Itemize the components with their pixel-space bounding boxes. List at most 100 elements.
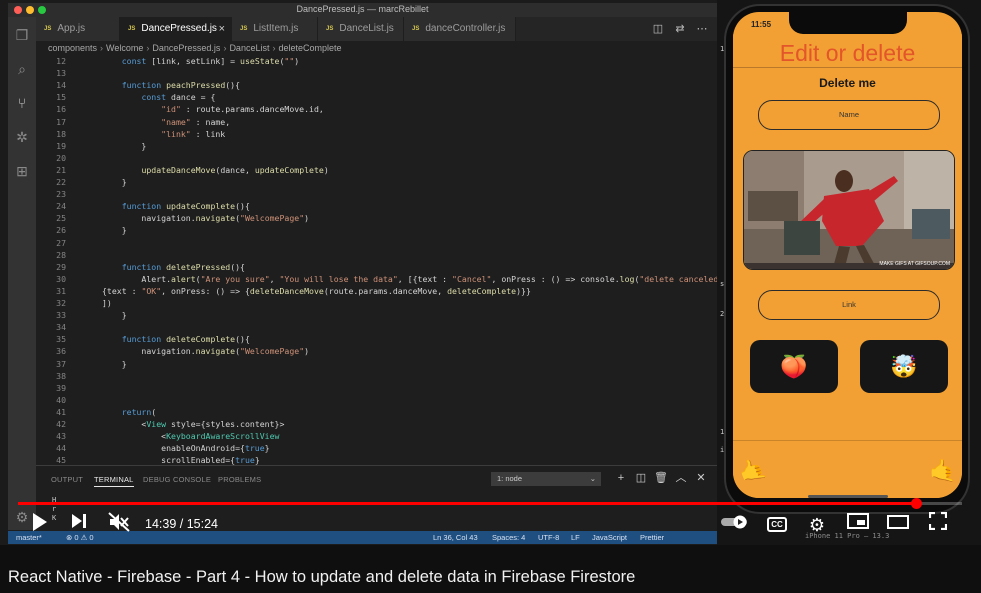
code-line[interactable]: 32]) xyxy=(36,297,717,309)
code-line[interactable]: 45 scrollEnabled={true} xyxy=(36,454,717,465)
close-panel-icon[interactable]: ✕ xyxy=(694,471,708,485)
cursor-position[interactable]: Ln 36, Col 43 xyxy=(433,531,478,544)
tab-label: App.js xyxy=(57,23,86,34)
code-line[interactable]: 44 enableOnAndroid={true} xyxy=(36,442,717,454)
line-number: 36 xyxy=(56,346,66,357)
link-input[interactable]: Link xyxy=(758,290,940,320)
terminal-select[interactable]: 1: node ⌄ xyxy=(491,472,601,486)
vscode-window: DancePressed.js — marcRebillet ❐ ⌕ ⑂ ✲ ⊞… xyxy=(8,3,717,544)
code-line[interactable]: 28 xyxy=(36,249,717,261)
code-line[interactable]: 14 function peachPressed(){ xyxy=(36,79,717,91)
tab-app-js[interactable]: JS App.js xyxy=(36,17,120,41)
line-number: 42 xyxy=(56,419,66,429)
code-line[interactable]: 30 Alert.alert("Are you sure", "You will… xyxy=(36,273,717,285)
code-line[interactable]: 13 xyxy=(36,67,717,79)
fullscreen-button[interactable] xyxy=(926,511,950,538)
autoplay-toggle[interactable] xyxy=(720,512,750,538)
tab-dancecontroller-js[interactable]: JS danceController.js xyxy=(404,17,516,41)
play-button[interactable] xyxy=(28,512,50,538)
code-line[interactable]: 31 {text : "OK", onPress: () => {deleteDa… xyxy=(36,285,717,297)
code-line[interactable]: 20 xyxy=(36,152,717,164)
line-number: 37 xyxy=(56,358,66,369)
code-line[interactable]: 19 } xyxy=(36,140,717,152)
home-indicator xyxy=(808,495,888,498)
code-line[interactable]: 16 "id" : route.params.danceMove.id, xyxy=(36,103,717,115)
panel-tab-problems[interactable]: PROBLEMS xyxy=(218,475,261,484)
next-button[interactable] xyxy=(68,512,90,538)
code-line[interactable]: 24 function updateComplete(){ xyxy=(36,200,717,212)
source-control-icon[interactable]: ⑂ xyxy=(14,95,30,111)
maximize-panel-icon[interactable]: ︿ xyxy=(674,471,688,485)
indent-status[interactable]: Spaces: 4 xyxy=(492,531,525,544)
split-terminal-icon[interactable]: ◫ xyxy=(634,471,648,485)
code-line[interactable]: 15 const dance = { xyxy=(36,91,717,103)
code-line[interactable]: 38 xyxy=(36,370,717,382)
code-line[interactable]: 41 return( xyxy=(36,406,717,418)
code-line[interactable]: 40 xyxy=(36,394,717,406)
code-line[interactable]: 17 "name" : name, xyxy=(36,116,717,128)
code-line[interactable]: 27 xyxy=(36,237,717,249)
code-line[interactable]: 26 } xyxy=(36,224,717,236)
extensions-icon[interactable]: ⊞ xyxy=(14,163,30,179)
code-line[interactable]: 35 function deleteComplete(){ xyxy=(36,333,717,345)
search-icon[interactable]: ⌕ xyxy=(14,61,30,77)
peach-update-button[interactable]: 🍑 xyxy=(750,340,838,393)
nav-left-hand-icon[interactable]: 🤙 xyxy=(735,454,770,488)
add-terminal-icon[interactable]: + xyxy=(614,471,628,485)
mind-blown-delete-button[interactable]: 🤯 xyxy=(860,340,948,393)
code-line[interactable]: 42 <View style={styles.content}> xyxy=(36,418,717,430)
code-line[interactable]: 23 xyxy=(36,188,717,200)
split-editor-icon[interactable]: ◫ xyxy=(651,22,665,36)
more-actions-icon[interactable]: ⋯ xyxy=(695,22,709,36)
close-tab-icon[interactable]: × xyxy=(219,17,225,41)
captions-button[interactable]: CC xyxy=(765,512,789,538)
breadcrumb-item[interactable]: Welcome xyxy=(106,43,143,53)
code-line[interactable]: 12 const [link, setLink] = useState("") xyxy=(36,55,717,67)
code-line[interactable]: 33 } xyxy=(36,309,717,321)
video-title[interactable]: React Native - Firebase - Part 4 - How t… xyxy=(8,568,635,587)
tab-listitem-js[interactable]: JS ListItem.js xyxy=(232,17,318,41)
debug-icon[interactable]: ✲ xyxy=(14,129,30,145)
git-compare-icon[interactable]: ⇄ xyxy=(673,22,687,36)
code-line[interactable]: 43 <KeyboardAwareScrollView xyxy=(36,430,717,442)
video-frame[interactable]: DancePressed.js — marcRebillet ❐ ⌕ ⑂ ✲ ⊞… xyxy=(0,0,981,545)
nav-right-hand-icon[interactable]: 🤙 xyxy=(929,458,956,484)
name-input[interactable]: Name xyxy=(758,100,940,130)
line-number: 39 xyxy=(56,382,66,393)
panel-tab-terminal[interactable]: TERMINAL xyxy=(94,475,134,487)
panel-tab-output[interactable]: OUTPUT xyxy=(51,475,83,484)
progress-bar[interactable] xyxy=(18,498,962,509)
code-line[interactable]: 39 xyxy=(36,382,717,394)
code-line[interactable]: 25 navigation.navigate("WelcomePage") xyxy=(36,212,717,224)
prettier-status[interactable]: Prettier xyxy=(640,531,664,544)
theater-mode-button[interactable] xyxy=(886,512,910,538)
progress-scrubber[interactable] xyxy=(911,498,923,509)
settings-button[interactable]: ⚙ xyxy=(805,512,829,538)
eol-status[interactable]: LF xyxy=(571,531,580,544)
breadcrumb-item[interactable]: components xyxy=(48,43,97,53)
line-number: 23 xyxy=(56,189,66,200)
code-line[interactable]: 18 "link" : link xyxy=(36,128,717,140)
tab-dancelist-js[interactable]: JS DanceList.js xyxy=(318,17,404,41)
encoding-status[interactable]: UTF-8 xyxy=(538,531,559,544)
code-line[interactable]: 22 } xyxy=(36,176,717,188)
code-text: "id" : route.params.danceMove.id, xyxy=(161,104,324,115)
line-number: 14 xyxy=(56,80,66,91)
miniplayer-button[interactable] xyxy=(846,512,870,538)
tab-dancepressed-js[interactable]: JS DancePressed.js × xyxy=(120,17,232,41)
code-line[interactable]: 37 } xyxy=(36,358,717,370)
breadcrumb-item[interactable]: DancePressed.js xyxy=(152,43,220,53)
cc-icon: CC xyxy=(767,517,787,533)
panel-tab-debug-console[interactable]: DEBUG CONSOLE xyxy=(143,475,211,484)
code-line[interactable]: 21 updateDanceMove(dance, updateComplete… xyxy=(36,164,717,176)
code-line[interactable]: 29 function deletePressed(){ xyxy=(36,261,717,273)
breadcrumb-item[interactable]: deleteComplete xyxy=(278,43,341,53)
mute-button[interactable] xyxy=(106,512,132,538)
breadcrumb-item[interactable]: DanceList xyxy=(229,43,269,53)
code-line[interactable]: 34 xyxy=(36,321,717,333)
code-editor[interactable]: 12 const [link, setLink] = useState("") 1… xyxy=(36,55,717,465)
language-status[interactable]: JavaScript xyxy=(592,531,627,544)
explorer-icon[interactable]: ❐ xyxy=(14,27,30,43)
code-line[interactable]: 36 navigation.navigate("WelcomePage") xyxy=(36,345,717,357)
trash-icon[interactable]: 🗑 xyxy=(654,471,668,485)
